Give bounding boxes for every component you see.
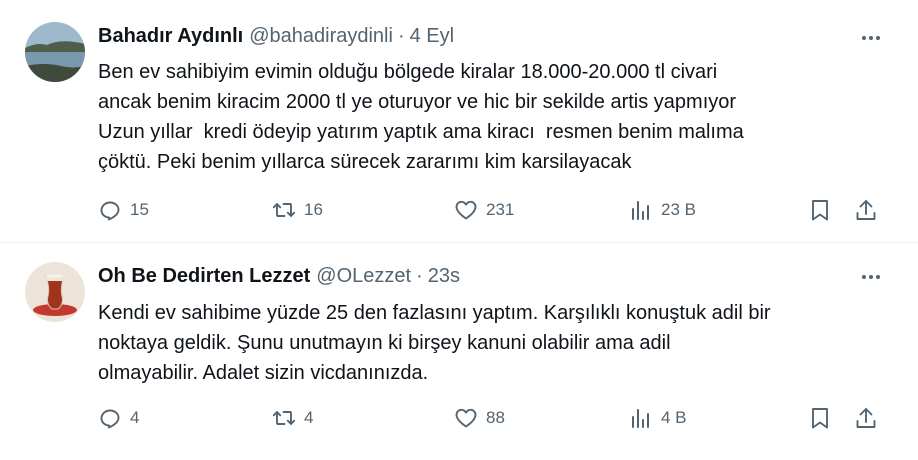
tweet-text-line: Ben ev sahibiyim evimin olduğu bölgede k… bbox=[98, 61, 718, 83]
tweet-text-line: Uzun yıllar kredi ödeyip yatırım yaptık … bbox=[98, 121, 744, 143]
share-button[interactable] bbox=[854, 403, 878, 433]
retweet-count: 16 bbox=[304, 200, 323, 219]
reply-icon bbox=[100, 201, 120, 221]
share-button[interactable] bbox=[854, 195, 878, 225]
reply-icon bbox=[100, 409, 120, 429]
separator-dot: · bbox=[416, 265, 423, 287]
author-name[interactable]: Oh Be Dedirten Lezzet bbox=[98, 265, 310, 287]
tea-glass-avatar-icon bbox=[25, 262, 85, 322]
more-options-button[interactable] bbox=[859, 26, 883, 50]
tweet-text-line: Kendi ev sahibime yüzde 25 den fazlasını… bbox=[98, 302, 771, 324]
author-handle[interactable]: @OLezzet bbox=[316, 265, 411, 287]
tweet-text-line: çöktü. Peki benim yıllarca sürecek zarar… bbox=[98, 151, 632, 173]
bookmark-icon bbox=[812, 408, 828, 429]
reply-count: 15 bbox=[130, 200, 149, 219]
views-chart-icon bbox=[632, 201, 649, 220]
views-button[interactable]: 23 B bbox=[629, 195, 696, 225]
author-name[interactable]: Bahadır Aydınlı bbox=[98, 25, 243, 47]
lake-landscape-avatar-icon bbox=[25, 22, 85, 82]
views-button[interactable]: 4 B bbox=[629, 403, 687, 433]
share-icon bbox=[856, 408, 876, 428]
heart-icon bbox=[455, 200, 477, 220]
tweet-header: Oh Be Dedirten Lezzet @OLezzet · 23s bbox=[98, 262, 460, 290]
timestamp[interactable]: 23s bbox=[428, 265, 460, 287]
like-button[interactable]: 88 bbox=[454, 403, 505, 433]
retweet-button[interactable]: 4 bbox=[272, 403, 313, 433]
like-count: 231 bbox=[486, 200, 515, 219]
retweet-button[interactable]: 16 bbox=[272, 195, 323, 225]
share-icon bbox=[856, 200, 876, 220]
tweet-text-line: noktaya geldik. Şunu unutmayın ki birşey… bbox=[98, 332, 671, 354]
tweet[interactable]: Bahadır Aydınlı @bahadiraydinli · 4 Eyl Ben… bbox=[0, 0, 918, 243]
more-icon bbox=[862, 36, 880, 40]
timestamp[interactable]: 4 Eyl bbox=[410, 25, 454, 47]
views-count: 23 B bbox=[661, 200, 696, 219]
tweet-text-line: ancak benim kiracim 2000 tl ye oturuyor … bbox=[98, 91, 737, 113]
author-handle[interactable]: @bahadiraydinli bbox=[249, 25, 393, 47]
more-options-button[interactable] bbox=[859, 265, 883, 289]
bookmark-button[interactable] bbox=[808, 403, 832, 433]
tweet[interactable]: Oh Be Dedirten Lezzet @OLezzet · 23s Kendi … bbox=[0, 243, 918, 460]
like-count: 88 bbox=[486, 408, 505, 427]
views-chart-icon bbox=[632, 409, 649, 428]
retweet-count: 4 bbox=[304, 408, 314, 427]
separator-dot: · bbox=[397, 25, 405, 47]
avatar[interactable] bbox=[25, 262, 85, 322]
reply-button[interactable]: 4 bbox=[98, 403, 139, 433]
more-icon bbox=[862, 275, 880, 279]
heart-icon bbox=[455, 408, 477, 428]
retweet-icon bbox=[272, 411, 296, 425]
bookmark-icon bbox=[812, 200, 828, 221]
bookmark-button[interactable] bbox=[808, 195, 832, 225]
tweet-text: Kendi ev sahibime yüzde 25 den fazlasını… bbox=[98, 298, 888, 388]
views-count: 4 B bbox=[661, 408, 687, 427]
tweet-text: Ben ev sahibiyim evimin olduğu bölgede k… bbox=[98, 57, 888, 177]
avatar[interactable] bbox=[25, 22, 85, 82]
retweet-icon bbox=[272, 203, 296, 217]
tweet-text-line: olmayabilir. Adalet sizin vicdanınızda. bbox=[98, 362, 429, 384]
reply-button[interactable]: 15 bbox=[98, 195, 149, 225]
like-button[interactable]: 231 bbox=[454, 195, 514, 225]
action-bar: 15 16 231 23 B bbox=[98, 195, 888, 225]
tweet-header: Bahadır Aydınlı @bahadiraydinli · 4 Eyl bbox=[98, 22, 454, 50]
action-bar: 4 4 88 4 B bbox=[98, 403, 888, 433]
reply-count: 4 bbox=[130, 408, 140, 427]
